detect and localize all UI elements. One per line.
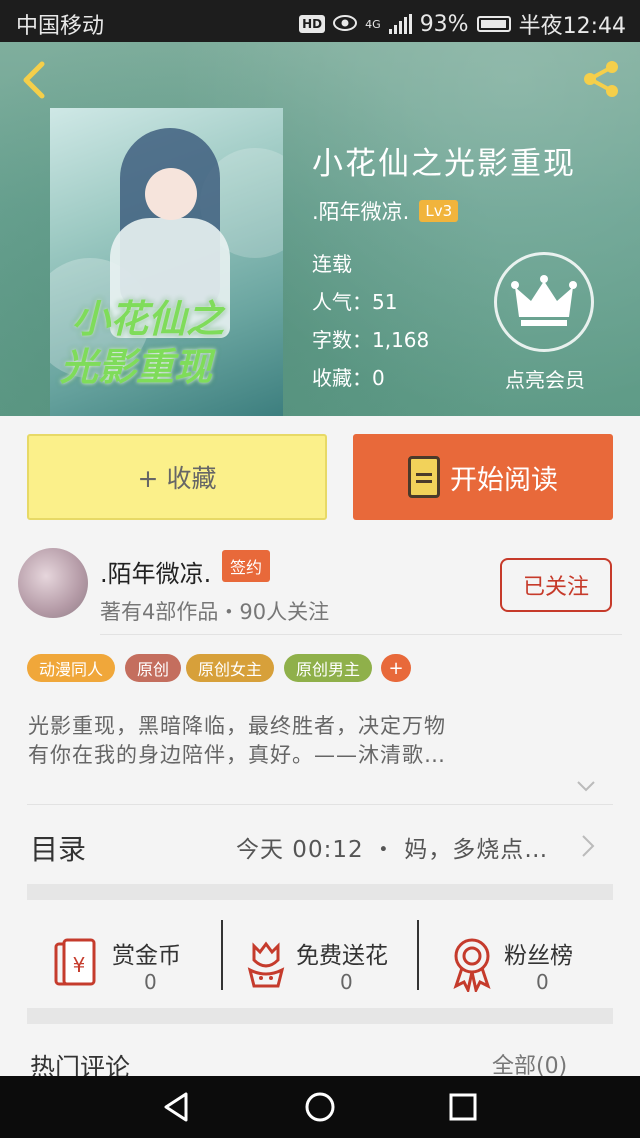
share-icon[interactable]	[578, 56, 624, 102]
network-label: 4G	[365, 17, 381, 31]
back-arrow-icon[interactable]	[18, 60, 50, 100]
toc-label[interactable]: 目录	[30, 828, 86, 868]
level-badge: Lv3	[419, 200, 459, 222]
author-name[interactable]: .陌年微凉.	[100, 554, 211, 589]
latest-chapter[interactable]: 今天 00:12 ・ 妈，多烧点…	[236, 830, 548, 864]
chevron-down-icon[interactable]	[576, 776, 596, 796]
divider	[27, 804, 613, 805]
book-author[interactable]: .陌年微凉.	[312, 196, 409, 226]
section-separator	[27, 1008, 613, 1024]
status-bar: 中国移动 HD 4G 93% 半夜12:44	[0, 0, 640, 42]
add-tag-button[interactable]: +	[381, 654, 411, 682]
reward-coins-button[interactable]: ¥ 赏金币 0	[30, 936, 226, 996]
start-reading-button[interactable]: 开始阅读	[353, 434, 613, 520]
signed-badge: 签约	[222, 550, 271, 582]
section-separator	[27, 884, 613, 900]
hd-icon: HD	[299, 15, 326, 33]
tag-chip[interactable]: 动漫同人	[27, 654, 116, 682]
book-icon	[408, 456, 440, 498]
tag-chip[interactable]: 原创男主	[284, 654, 373, 682]
signal-icon	[388, 14, 412, 34]
divider	[100, 634, 622, 635]
book-popularity: 人气：51	[312, 290, 398, 314]
red-envelope-icon: ¥	[54, 938, 96, 986]
send-flower-label: 免费送花	[296, 943, 388, 969]
divider	[221, 920, 223, 990]
cover-title-line2: 光影重现	[60, 344, 213, 389]
battery-percent: 93%	[419, 11, 469, 37]
tag-chip[interactable]: 原创女主	[186, 654, 275, 682]
book-detail-body: + 收藏 开始阅读 .陌年微凉. 签约 著有4部作品・90人关注 已关注 动漫同…	[0, 416, 640, 1082]
system-nav-bar	[0, 1076, 640, 1138]
book-header: 小花仙之 光影重现 小花仙之光影重现 .陌年微凉. Lv3 连载 人气：51 字…	[0, 42, 640, 416]
fan-ranking-count: 0	[536, 970, 549, 994]
crown-icon	[511, 275, 577, 326]
tag-chip[interactable]: 原创	[125, 654, 182, 682]
book-title: 小花仙之光影重现	[312, 146, 576, 182]
description-line: 光影重现，黑暗降临，最终胜者，决定万物	[28, 714, 446, 738]
nav-back-icon[interactable]	[160, 1090, 194, 1124]
book-word-count: 字数：1,168	[312, 328, 430, 352]
reward-coins-label: 赏金币	[112, 943, 181, 969]
chevron-right-icon[interactable]	[578, 834, 598, 858]
author-info: 著有4部作品・90人关注	[100, 600, 330, 624]
start-reading-label: 开始阅读	[450, 464, 558, 496]
fan-ranking-button[interactable]: 粉丝榜 0	[440, 936, 636, 996]
divider	[417, 920, 419, 990]
book-favorites: 收藏：0	[312, 366, 385, 390]
vip-crown-button[interactable]	[494, 252, 594, 352]
book-cover[interactable]: 小花仙之 光影重现	[50, 108, 283, 416]
description-line: 有你在我的身边陪伴，真好。——沐清歌…	[28, 743, 446, 767]
flower-icon	[247, 941, 285, 988]
nav-home-icon[interactable]	[303, 1090, 337, 1124]
book-author-line: .陌年微凉. Lv3	[312, 196, 459, 226]
cover-character-face	[145, 168, 197, 220]
fan-ranking-label: 粉丝榜	[504, 943, 573, 969]
nav-recents-icon[interactable]	[446, 1090, 480, 1124]
send-flower-button[interactable]: 免费送花 0	[240, 936, 436, 996]
eye-icon	[333, 12, 358, 37]
book-description: 光影重现，黑暗降临，最终胜者，决定万物 有你在我的身边陪伴，真好。——沐清歌…	[28, 712, 588, 770]
medal-icon	[453, 938, 491, 992]
add-favorite-button[interactable]: + 收藏	[27, 434, 327, 520]
vip-label[interactable]: 点亮会员	[490, 364, 600, 393]
book-status: 连载	[312, 252, 352, 276]
carrier-name: 中国移动	[16, 14, 105, 39]
status-icons: HD 4G 93% 半夜12:44	[299, 8, 626, 40]
clock: 半夜12:44	[518, 14, 626, 39]
battery-icon	[476, 16, 511, 32]
svg-text:¥: ¥	[73, 953, 86, 977]
reward-coins-count: 0	[144, 970, 157, 994]
send-flower-count: 0	[340, 970, 353, 994]
follow-button[interactable]: 已关注	[500, 558, 612, 612]
author-avatar[interactable]	[18, 548, 88, 618]
cover-title-line1: 小花仙之	[72, 296, 225, 341]
